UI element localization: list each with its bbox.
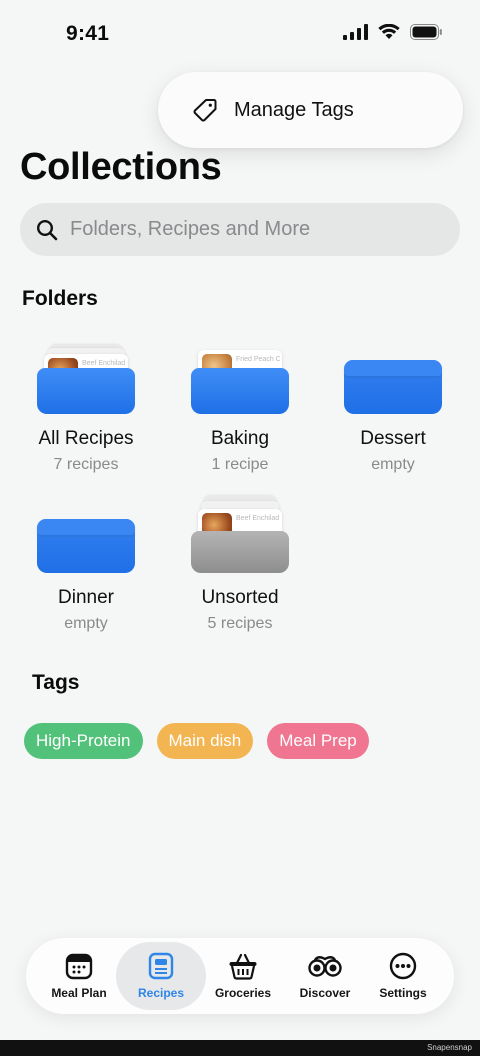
search-icon bbox=[36, 219, 58, 240]
battery-icon bbox=[410, 24, 442, 40]
folder-icon: Beef Enchilad… bbox=[37, 334, 135, 414]
tab-label: Groceries bbox=[214, 986, 272, 1000]
tab-label: Discover bbox=[299, 986, 351, 1000]
tab-bar: Meal Plan Recipes Groceries Discover Set… bbox=[26, 938, 454, 1014]
basket-icon bbox=[229, 953, 257, 980]
folder-name: All Recipes bbox=[38, 428, 134, 449]
manage-tags-label: Manage Tags bbox=[234, 98, 354, 121]
tag-high-protein[interactable]: High-Protein bbox=[24, 723, 143, 759]
folder-name: Dessert bbox=[360, 428, 426, 449]
tab-meal-plan[interactable]: Meal Plan bbox=[39, 946, 119, 1006]
folder-unsorted[interactable]: Beef Enchilad… Unsorted 5 recipes bbox=[165, 493, 315, 633]
folder-count: empty bbox=[64, 615, 108, 632]
tab-label: Meal Plan bbox=[51, 986, 107, 1000]
tag-list: High-Protein Main dish Meal Prep bbox=[24, 723, 369, 759]
manage-tags-menu-item[interactable]: Manage Tags bbox=[158, 72, 463, 148]
folder-icon bbox=[344, 334, 442, 414]
folder-all-recipes[interactable]: Beef Enchilad… All Recipes 7 recipes bbox=[11, 334, 161, 474]
folder-icon bbox=[37, 493, 135, 573]
folder-name: Unsorted bbox=[201, 587, 279, 608]
folder-baking[interactable]: Fried Peach Co… Baking 1 recipe bbox=[165, 334, 315, 474]
folder-count: empty bbox=[371, 456, 415, 473]
tab-label: Recipes bbox=[137, 986, 185, 1000]
search-field[interactable]: Folders, Recipes and More bbox=[20, 203, 460, 256]
tags-heading: Tags bbox=[32, 671, 80, 694]
folder-name: Dinner bbox=[58, 587, 114, 608]
status-bar: 9:41 bbox=[0, 0, 480, 72]
recipe-card-icon bbox=[148, 952, 174, 980]
page-title: Collections bbox=[20, 146, 222, 188]
wifi-icon bbox=[378, 24, 400, 39]
tab-recipes[interactable]: Recipes bbox=[116, 942, 206, 1010]
folder-dessert[interactable]: Dessert empty bbox=[318, 334, 468, 474]
folders-heading: Folders bbox=[22, 287, 98, 310]
ellipsis-circle-icon bbox=[389, 952, 417, 980]
status-time: 9:41 bbox=[66, 22, 110, 45]
tag-main-dish[interactable]: Main dish bbox=[156, 723, 254, 759]
folder-count: 7 recipes bbox=[53, 456, 119, 473]
folder-name: Baking bbox=[210, 428, 270, 449]
status-icons bbox=[343, 24, 442, 40]
tab-settings[interactable]: Settings bbox=[363, 946, 443, 1006]
tag-icon bbox=[193, 99, 217, 122]
folder-icon: Fried Peach Co… bbox=[191, 334, 289, 414]
tab-discover[interactable]: Discover bbox=[285, 946, 365, 1006]
recipe-preview-title: Beef Enchilad… bbox=[236, 515, 280, 522]
cellular-signal-icon bbox=[343, 24, 368, 40]
watermark: Snapensnap bbox=[427, 1043, 472, 1052]
tab-label: Settings bbox=[379, 986, 427, 1000]
folder-count: 1 recipe bbox=[211, 456, 269, 473]
tab-groceries[interactable]: Groceries bbox=[203, 946, 283, 1006]
binoculars-icon bbox=[308, 956, 342, 977]
recipe-preview-title: Fried Peach Co… bbox=[236, 356, 280, 363]
tag-meal-prep[interactable]: Meal Prep bbox=[267, 723, 369, 759]
footer-strip bbox=[0, 1040, 480, 1056]
search-placeholder: Folders, Recipes and More bbox=[70, 218, 311, 240]
folder-dinner[interactable]: Dinner empty bbox=[11, 493, 161, 633]
calendar-icon bbox=[65, 953, 93, 980]
folder-icon: Beef Enchilad… bbox=[191, 493, 289, 573]
folder-count: 5 recipes bbox=[207, 615, 273, 632]
